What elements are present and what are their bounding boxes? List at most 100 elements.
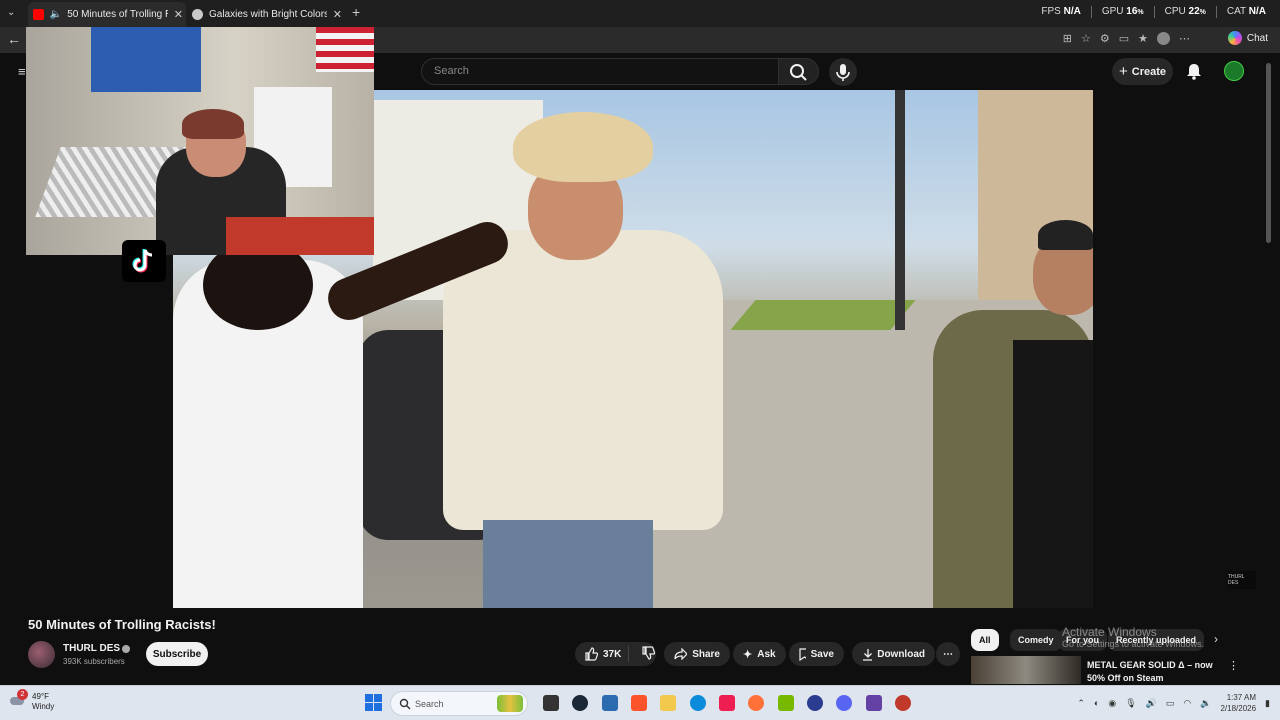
share-button[interactable]: Share bbox=[664, 642, 730, 666]
scrollbar-thumb[interactable] bbox=[1266, 63, 1271, 243]
divider bbox=[1090, 6, 1092, 18]
webcam-hair bbox=[182, 109, 244, 139]
more-vertical-icon[interactable]: ⋮ bbox=[1228, 659, 1239, 672]
weather-temperature: 49°F bbox=[32, 692, 49, 701]
weather-text: 49°F Windy bbox=[32, 692, 54, 712]
search-button[interactable] bbox=[779, 58, 819, 85]
microphone-tray-icon[interactable]: 🎙 bbox=[1125, 698, 1136, 709]
browser-tab-strip: ⌄ 🔈 50 Minutes of Trolling Racists ✕ Gal… bbox=[0, 0, 1280, 27]
activate-windows-title: Activate Windows bbox=[1062, 625, 1157, 639]
app-icon[interactable] bbox=[807, 695, 823, 711]
video-scene-shirt bbox=[1013, 340, 1093, 608]
download-icon bbox=[863, 648, 873, 661]
video-scene-cap bbox=[1038, 220, 1093, 250]
more-menu-icon[interactable]: ⋯ bbox=[1179, 32, 1190, 45]
video-scene-pole bbox=[895, 90, 905, 330]
clock-date: 2/18/2026 bbox=[1220, 704, 1257, 713]
steam-tray-icon[interactable]: ◉ bbox=[1108, 698, 1116, 709]
nvidia-icon[interactable] bbox=[778, 695, 794, 711]
profile-avatar-icon[interactable] bbox=[1157, 32, 1170, 45]
recommended-thumbnail[interactable] bbox=[971, 656, 1081, 684]
close-tab-icon[interactable]: ✕ bbox=[174, 8, 183, 21]
clock-time: 1:37 AM bbox=[1226, 693, 1257, 702]
brave-icon[interactable] bbox=[631, 695, 647, 711]
ask-label: Ask bbox=[757, 648, 776, 660]
video-watermark: THURL DES bbox=[1228, 571, 1256, 589]
extensions-icon[interactable]: ⚙ bbox=[1100, 32, 1110, 45]
more-actions-button[interactable]: ⋯ bbox=[936, 642, 960, 666]
like-button[interactable]: 37K bbox=[575, 646, 629, 662]
video-scene-grass bbox=[730, 300, 916, 330]
download-button[interactable]: Download bbox=[852, 642, 935, 666]
search-icon bbox=[399, 698, 411, 710]
bookmark-icon bbox=[799, 647, 806, 661]
hamburger-menu-icon[interactable]: ≡ bbox=[18, 64, 26, 79]
weather-widget[interactable]: 2 49°F Windy bbox=[10, 689, 54, 712]
steam-icon[interactable] bbox=[572, 695, 588, 711]
dislike-button[interactable] bbox=[634, 645, 656, 663]
twitch-icon[interactable] bbox=[866, 695, 882, 711]
chip-comedy[interactable]: Comedy bbox=[1010, 629, 1062, 651]
chevron-right-icon[interactable]: › bbox=[1214, 632, 1218, 646]
like-dislike-group: 37K bbox=[575, 642, 656, 666]
voice-search-button[interactable] bbox=[829, 58, 857, 86]
channel-name[interactable]: THURL DES bbox=[63, 643, 120, 654]
web-favicon-icon bbox=[192, 8, 203, 20]
volume-tray-icon[interactable]: 🔊 bbox=[1146, 698, 1157, 709]
notifications-button[interactable] bbox=[1186, 63, 1202, 85]
taskbar-search-box[interactable]: Search bbox=[390, 691, 528, 716]
channel-avatar[interactable] bbox=[28, 641, 55, 668]
create-button[interactable]: + Create bbox=[1112, 58, 1173, 85]
recording-app-icon[interactable] bbox=[895, 695, 911, 711]
system-tray: ⌃ ◐ ◉ 🎙 🔊 ▭ ◠ 🔉 1:37 AM 2/18/2026 ▮ bbox=[1077, 692, 1270, 714]
file-explorer-icon[interactable] bbox=[660, 695, 676, 711]
subscribe-button[interactable]: Subscribe bbox=[146, 642, 208, 666]
tiktok-app-icon[interactable] bbox=[719, 695, 735, 711]
clock[interactable]: 1:37 AM 2/18/2026 bbox=[1220, 692, 1256, 714]
ask-button[interactable]: ✦ Ask bbox=[733, 642, 786, 666]
edge-browser-icon[interactable] bbox=[690, 695, 706, 711]
wifi-tray-icon[interactable]: ◠ bbox=[1183, 698, 1191, 709]
back-arrow-icon[interactable]: ← bbox=[7, 31, 21, 47]
search-input[interactable]: Search bbox=[421, 58, 779, 85]
fps-readout: FPS N/A bbox=[1041, 6, 1081, 17]
chip-all[interactable]: All bbox=[971, 629, 999, 651]
notification-center-icon[interactable]: ▮ bbox=[1265, 698, 1270, 709]
split-screen-icon[interactable]: ⊞ bbox=[1063, 32, 1072, 45]
copilot-label: Chat bbox=[1246, 32, 1268, 44]
firefox-icon[interactable] bbox=[748, 695, 764, 711]
copilot-chat-button[interactable]: Chat bbox=[1227, 31, 1268, 45]
save-button[interactable]: Save bbox=[789, 642, 844, 666]
page-scrollbar[interactable] bbox=[1265, 55, 1272, 685]
new-tab-icon[interactable]: + bbox=[352, 4, 360, 20]
favorites-icon[interactable]: ★ bbox=[1138, 32, 1148, 45]
divider bbox=[1215, 6, 1217, 18]
sparkle-icon: ✦ bbox=[743, 648, 753, 661]
tab-list-chevron-icon[interactable]: ⌄ bbox=[7, 7, 15, 18]
youtube-favicon-icon bbox=[33, 8, 44, 20]
recommended-title[interactable]: METAL GEAR SOLID Δ – now 50% Off on Stea… bbox=[1087, 659, 1217, 685]
task-view-icon[interactable] bbox=[543, 695, 559, 711]
reading-list-icon[interactable]: ▭ bbox=[1119, 32, 1129, 45]
plus-icon: + bbox=[1118, 63, 1128, 80]
account-avatar[interactable] bbox=[1224, 61, 1244, 81]
tray-app-icon[interactable]: ◐ bbox=[1094, 698, 1099, 708]
display-tray-icon[interactable]: ▭ bbox=[1166, 698, 1175, 709]
calculator-icon[interactable] bbox=[602, 695, 618, 711]
tiktok-note-icon bbox=[132, 249, 153, 273]
tab-galaxies[interactable]: Galaxies with Bright Colors ✕ bbox=[192, 3, 342, 25]
browser-toolbar-icons: ⊞ ☆ ⚙ ▭ ★ ⋯ bbox=[1063, 32, 1190, 45]
share-label: Share bbox=[692, 648, 720, 660]
speaker-tray-icon[interactable]: 🔉 bbox=[1200, 698, 1211, 709]
tab-youtube[interactable]: 🔈 50 Minutes of Trolling Racists ✕ bbox=[33, 3, 183, 25]
speaker-icon[interactable]: 🔈 bbox=[50, 9, 62, 20]
notification-badge: 2 bbox=[17, 689, 28, 700]
windows-start-icon[interactable] bbox=[365, 694, 382, 711]
discord-icon[interactable] bbox=[836, 695, 852, 711]
favorite-star-icon[interactable]: ☆ bbox=[1081, 32, 1091, 45]
tray-overflow-icon[interactable]: ⌃ bbox=[1077, 698, 1085, 709]
more-horizontal-icon: ⋯ bbox=[943, 648, 953, 660]
like-count: 37K bbox=[603, 648, 622, 660]
save-label: Save bbox=[810, 648, 834, 660]
close-tab-icon[interactable]: ✕ bbox=[333, 8, 342, 21]
